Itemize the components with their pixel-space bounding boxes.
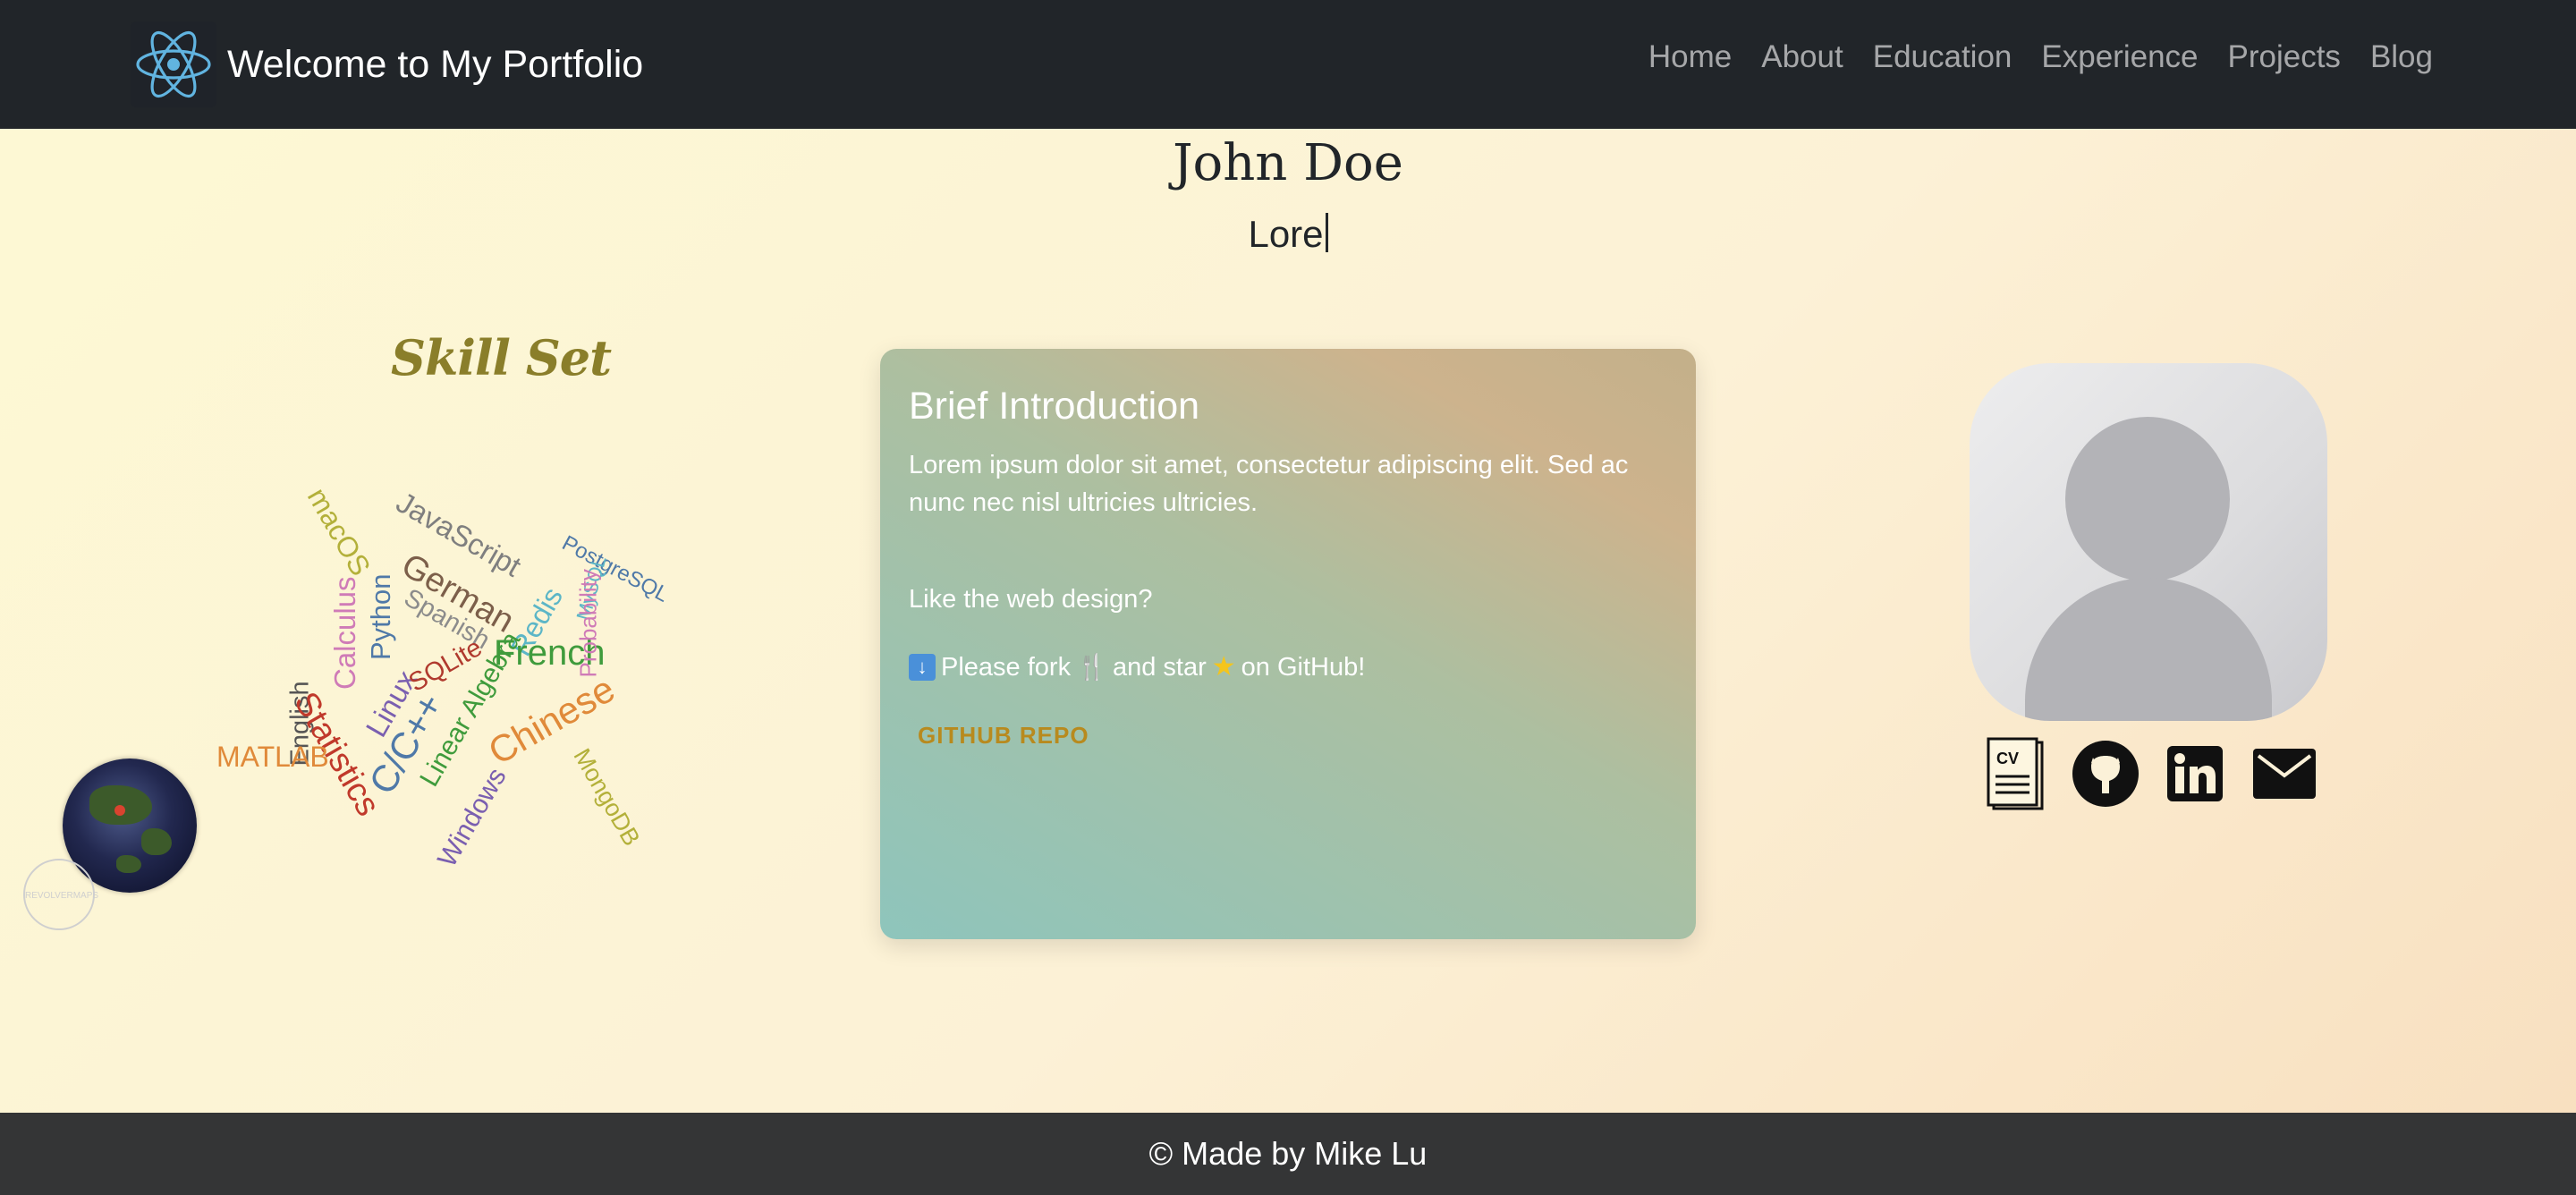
- brand-title: Welcome to My Portfolio: [227, 42, 644, 86]
- skill-word: MATLAB: [216, 741, 329, 773]
- nav-about[interactable]: About: [1761, 39, 1843, 75]
- cv-icon[interactable]: [1982, 737, 2050, 810]
- typing-caret: [1325, 213, 1328, 252]
- intro-card: Brief Introduction Lorem ipsum dolor sit…: [880, 349, 1696, 939]
- skill-word-cloud: macOS JavaScript PostgreSQL Calculus Pyt…: [179, 429, 733, 894]
- skill-word: Calculus: [328, 576, 361, 690]
- nav-experience[interactable]: Experience: [2041, 39, 2198, 75]
- visitor-marker: [114, 805, 125, 816]
- nav-projects[interactable]: Projects: [2228, 39, 2341, 75]
- skill-set-title: Skill Set: [390, 329, 612, 386]
- intro-question: Like the web design?: [909, 585, 1153, 614]
- revolvermaps-badge[interactable]: REVOLVERMAPS: [23, 859, 98, 930]
- nav-blog[interactable]: Blog: [2370, 39, 2433, 75]
- nav-links: Home About Education Experience Projects…: [1648, 39, 2433, 75]
- fork-knife-icon: 🍴: [1076, 653, 1107, 681]
- fork-text-2: and star: [1112, 653, 1207, 682]
- github-icon[interactable]: [2072, 737, 2140, 810]
- social-links: CV: [1982, 737, 2318, 810]
- page-title: John Doe: [1173, 134, 1403, 192]
- typed-text: Lore: [1248, 213, 1324, 255]
- skill-word: Python: [365, 573, 396, 660]
- linkedin-icon[interactable]: [2161, 737, 2229, 810]
- fork-text-3: on GitHub!: [1241, 653, 1366, 682]
- star-icon: ★: [1211, 652, 1236, 682]
- skill-word: macOS: [301, 482, 377, 581]
- globe-land: [141, 828, 172, 855]
- intro-title: Brief Introduction: [909, 385, 1200, 428]
- nav-education[interactable]: Education: [1873, 39, 2012, 75]
- down-arrow-icon: ↓: [909, 654, 936, 681]
- footer: © Made by Mike Lu: [0, 1113, 2576, 1195]
- nav-home[interactable]: Home: [1648, 39, 1732, 75]
- fork-line: ↓ Please fork 🍴 and star ★ on GitHub!: [909, 648, 1667, 686]
- skill-word: Probability: [574, 569, 602, 678]
- intro-body: Lorem ipsum dolor sit amet, consectetur …: [909, 451, 1629, 517]
- email-icon[interactable]: [2250, 737, 2318, 810]
- footer-text: © Made by Mike Lu: [1148, 1135, 1428, 1172]
- avatar: [1970, 363, 2327, 721]
- globe-land: [116, 855, 141, 873]
- react-atom-icon: [131, 21, 216, 107]
- skill-word: MongoDB: [568, 743, 646, 851]
- fork-text-1: Please fork: [941, 653, 1072, 682]
- typed-subtitle: Lore: [0, 213, 2576, 256]
- brand-link[interactable]: Welcome to My Portfolio: [131, 20, 643, 109]
- avatar-head: [2065, 417, 2230, 581]
- cv-label: CV: [1996, 750, 2020, 767]
- avatar-body: [2025, 578, 2272, 721]
- github-repo-button[interactable]: GITHUB REPO: [918, 722, 1089, 750]
- navbar: Welcome to My Portfolio Home About Educa…: [0, 0, 2576, 129]
